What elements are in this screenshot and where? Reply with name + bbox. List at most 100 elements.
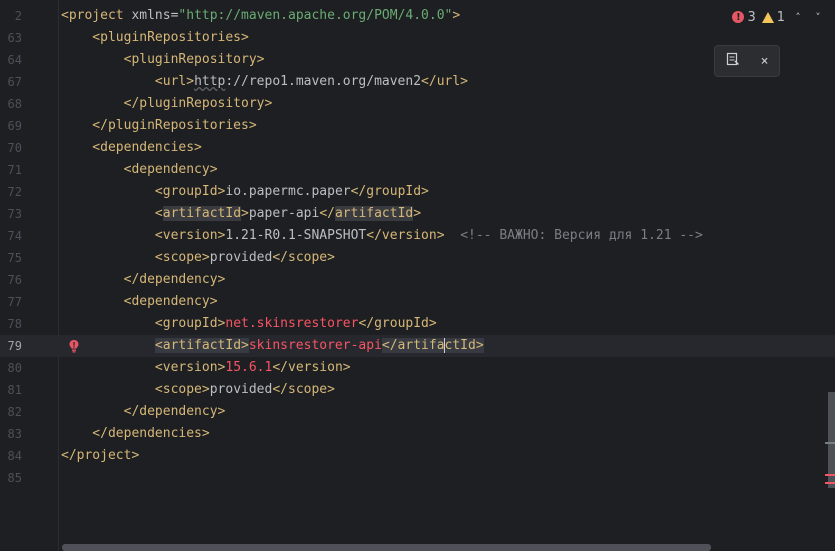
line-number[interactable]: 64 [0, 49, 22, 71]
previous-highlight-button[interactable]: ˄ [791, 11, 805, 24]
code-text[interactable]: <dependencies> [61, 137, 202, 159]
code-token: > [241, 206, 249, 221]
line-number[interactable]: 81 [0, 379, 22, 401]
code-line[interactable]: 83 </dependencies> [0, 423, 835, 445]
code-text[interactable]: <dependency> [61, 291, 218, 313]
code-text[interactable]: <project xmlns="http://maven.apache.org/… [61, 5, 460, 27]
code-text[interactable]: <version>1.21-R0.1-SNAPSHOT</version> <!… [61, 225, 703, 247]
code-token: </pluginRepositories> [61, 118, 257, 133]
error-stripe-marker[interactable] [825, 474, 835, 476]
code-token: xmlns [131, 8, 171, 23]
code-line[interactable]: 2 <project xmlns="http://maven.apache.org… [0, 5, 835, 27]
line-number[interactable]: 77 [0, 291, 22, 313]
code-token: <!-- ВАЖНО: Версия для 1.21 --> [444, 228, 703, 243]
code-text[interactable]: <groupId>io.papermc.paper</groupId> [61, 181, 429, 203]
code-text[interactable]: </pluginRepositories> [61, 115, 257, 137]
errors-indicator[interactable]: ! 3 [732, 9, 756, 25]
close-icon[interactable]: × [761, 54, 769, 69]
horizontal-scrollbar[interactable] [62, 544, 711, 551]
code-line[interactable]: 81 <scope>provided</scope> [0, 379, 835, 401]
code-text[interactable]: <artifactId>paper-api</artifactId> [61, 203, 421, 225]
next-highlight-button[interactable]: ˅ [811, 11, 825, 24]
code-line[interactable]: 74 <version>1.21-R0.1-SNAPSHOT</version>… [0, 225, 835, 247]
line-number[interactable]: 80 [0, 357, 22, 379]
code-text[interactable]: <scope>provided</scope> [61, 379, 335, 401]
code-token: < [154, 206, 163, 221]
code-text[interactable]: <dependency> [61, 159, 218, 181]
code-token: <groupId> [154, 184, 226, 199]
code-line[interactable]: 78 <groupId>net.skinsrestorer</groupId> [0, 313, 835, 335]
code-token: </scope> [272, 250, 335, 265]
line-number[interactable]: 74 [0, 225, 22, 247]
code-text[interactable]: <url>http://repo1.maven.org/maven2</url> [61, 71, 468, 93]
code-text[interactable]: <pluginRepository> [61, 49, 265, 71]
code-line[interactable]: 79 <artifactId>skinsrestorer-api</artifa… [0, 335, 835, 357]
code-text[interactable]: </dependency> [61, 401, 226, 423]
code-line[interactable]: 84 </project> [0, 445, 835, 467]
code-text[interactable]: </dependency> [61, 269, 226, 291]
code-line[interactable]: 67 <url>http://repo1.maven.org/maven2</u… [0, 71, 835, 93]
line-number[interactable]: 69 [0, 115, 22, 137]
code-line[interactable]: 68 </pluginRepository> [0, 93, 835, 115]
code-line[interactable]: 85 [0, 467, 835, 489]
code-text[interactable]: </dependencies> [61, 423, 209, 445]
line-number[interactable]: 2 [0, 5, 22, 27]
code-text[interactable]: <artifactId>skinsrestorer-api</artifactI… [61, 335, 484, 357]
line-number[interactable]: 76 [0, 269, 22, 291]
code-line[interactable]: 75 <scope>provided</scope> [0, 247, 835, 269]
code-token: <url> [154, 74, 195, 89]
line-number[interactable]: 85 [0, 467, 22, 489]
scroll-marker[interactable] [825, 442, 835, 444]
code-token: <project [61, 8, 132, 23]
line-number[interactable]: 78 [0, 313, 22, 335]
code-token: </groupId> [358, 316, 437, 331]
error-stripe-marker[interactable] [825, 482, 835, 484]
code-text[interactable]: <version>15.6.1</version> [61, 357, 351, 379]
line-number[interactable]: 68 [0, 93, 22, 115]
errors-count: 3 [747, 9, 756, 25]
code-text[interactable]: <pluginRepositories> [61, 27, 249, 49]
code-text[interactable]: <scope>provided</scope> [61, 247, 335, 269]
code-lines[interactable]: 2 <project xmlns="http://maven.apache.org… [0, 5, 835, 489]
line-number[interactable]: 75 [0, 247, 22, 269]
code-line[interactable]: 80 <version>15.6.1</version> [0, 357, 835, 379]
line-number[interactable]: 71 [0, 159, 22, 181]
line-number[interactable]: 70 [0, 137, 22, 159]
line-number[interactable]: 79 [0, 335, 22, 357]
code-line[interactable]: 64 <pluginRepository> [0, 49, 835, 71]
code-text[interactable]: </project> [61, 445, 139, 467]
code-line[interactable]: 76 </dependency> [0, 269, 835, 291]
code-token: </artifa [381, 338, 445, 353]
code-token: </groupId> [350, 184, 429, 199]
code-line[interactable]: 77 <dependency> [0, 291, 835, 313]
line-number[interactable]: 82 [0, 401, 22, 423]
code-line[interactable]: 69 </pluginRepositories> [0, 115, 835, 137]
code-line[interactable]: 72 <groupId>io.papermc.paper</groupId> [0, 181, 835, 203]
warnings-indicator[interactable]: 1 [761, 10, 785, 25]
code-line[interactable]: 63 <pluginRepositories> [0, 27, 835, 49]
line-number[interactable]: 83 [0, 423, 22, 445]
code-text[interactable]: <groupId>net.skinsrestorer</groupId> [61, 313, 437, 335]
code-token: > [413, 206, 422, 221]
code-line[interactable]: 73 <artifactId>paper-api</artifactId> [0, 203, 835, 225]
code-line[interactable]: 71 <dependency> [0, 159, 835, 181]
code-token: <dependency> [61, 162, 218, 177]
line-number[interactable]: 63 [0, 27, 22, 49]
line-number[interactable]: 67 [0, 71, 22, 93]
inspection-widget[interactable]: ! 3 1 ˄ ˅ [732, 8, 825, 26]
line-number[interactable]: 73 [0, 203, 22, 225]
code-token: <pluginRepositories> [61, 30, 249, 45]
code-line[interactable]: 82 </dependency> [0, 401, 835, 423]
code-token: <scope> [154, 382, 210, 397]
code-line[interactable]: 70 <dependencies> [0, 137, 835, 159]
reader-mode-icon[interactable] [726, 52, 740, 70]
code-text[interactable]: </pluginRepository> [61, 93, 273, 115]
code-token: net.skinsrestorer [225, 316, 359, 331]
code-editor[interactable]: 2 <project xmlns="http://maven.apache.org… [0, 0, 835, 551]
line-number[interactable]: 84 [0, 445, 22, 467]
line-number[interactable]: 72 [0, 181, 22, 203]
